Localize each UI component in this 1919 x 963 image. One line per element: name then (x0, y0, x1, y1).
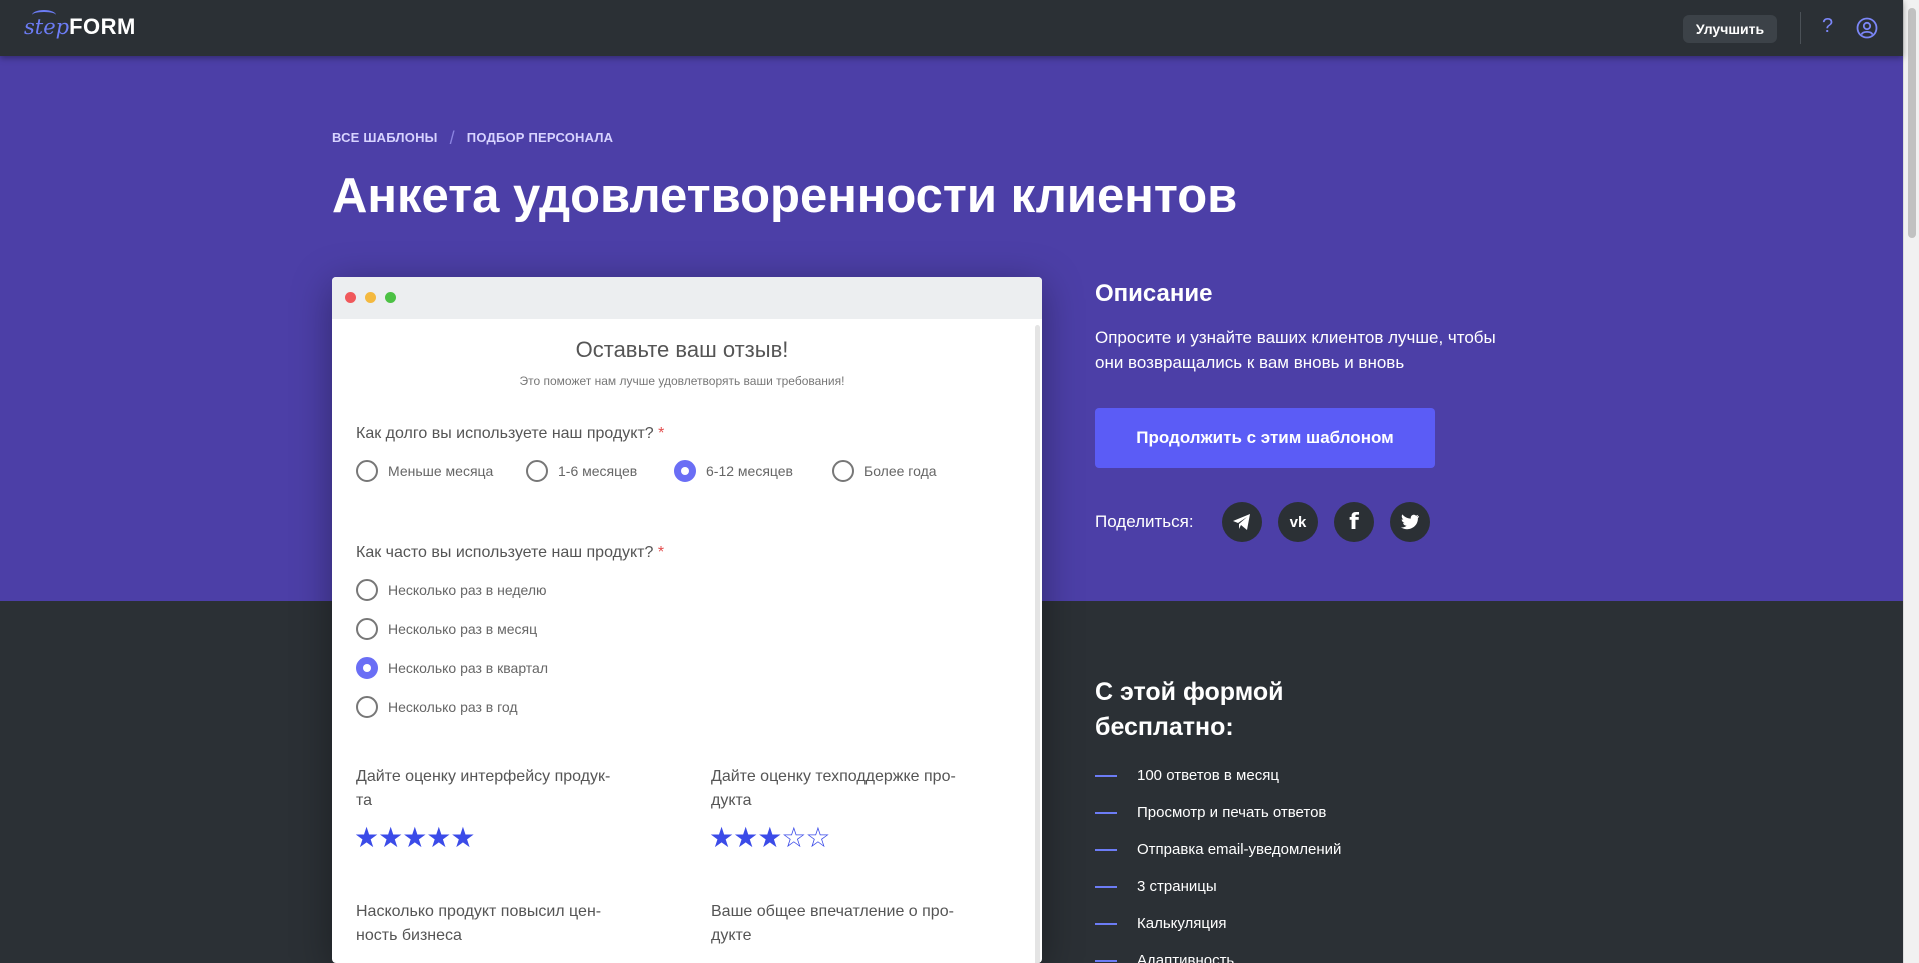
radio-option-label: Меньше месяца (388, 463, 494, 479)
share-label: Поделиться: (1095, 512, 1194, 531)
rating-label-line: Дайте оценку техподдержке про- (711, 768, 956, 785)
telegram-glyph (1233, 514, 1250, 530)
radio-option-less-month[interactable]: Меньше месяца (356, 460, 493, 482)
feature-label: Калькуляция (1137, 915, 1227, 932)
feature-item: Отправка email-уведомлений (1095, 841, 1341, 858)
radio-option-label: 6-12 месяцев (706, 463, 793, 479)
rating-label-line: дукте (711, 927, 752, 944)
feature-label: Отправка email-уведомлений (1137, 841, 1342, 858)
radio-option-label: Несколько раз в неделю (388, 582, 547, 598)
window-maximize-dot (385, 292, 396, 303)
window-minimize-dot (365, 292, 376, 303)
radio-button[interactable] (356, 696, 378, 718)
rating-label-line: ность бизнеса (356, 927, 462, 944)
feature-dash (1095, 774, 1117, 777)
question-how-long-label: Как долго вы используете наш продукт? (356, 425, 654, 442)
logo-form-text: FORM (69, 14, 136, 39)
description-text: Опросите и узнайте ваших клиентов лучше,… (1095, 328, 1496, 372)
free-plan-title-line: бесплатно: (1095, 713, 1234, 741)
feature-dash (1095, 922, 1117, 925)
feature-dash (1095, 959, 1117, 962)
radio-option-label: Более года (864, 463, 937, 479)
feature-item: 100 ответов в месяц (1095, 767, 1279, 784)
window-close-dot (345, 292, 356, 303)
radio-button[interactable] (832, 460, 854, 482)
topbar-divider (1800, 12, 1801, 44)
facebook-icon[interactable]: f (1334, 502, 1374, 542)
rating-label-line: Ваше общее впечатление о про- (711, 903, 954, 920)
rating-overall-label: Ваше общее впечатление о про- дукте (711, 900, 1011, 948)
question-how-often-label: Как часто вы используете наш продукт? (356, 544, 654, 561)
feature-label: Просмотр и печать ответов (1137, 804, 1327, 821)
radio-option-weekly[interactable]: Несколько раз в неделю (356, 579, 547, 601)
rating-support-stars[interactable]: ★★★☆☆ (709, 821, 831, 854)
telegram-icon[interactable] (1222, 502, 1262, 542)
rating-label-line: та (356, 792, 373, 809)
stepform-logo[interactable]: stepFORM (24, 10, 136, 40)
preview-scrollbar[interactable] (1035, 325, 1040, 963)
radio-option-label: Несколько раз в квартал (388, 660, 549, 676)
free-plan-title: С этой формой бесплатно: (1095, 675, 1284, 745)
preview-window-bar (332, 277, 1042, 319)
radio-option-1-6-months[interactable]: 1-6 месяцев (526, 460, 637, 482)
page-scrollbar-thumb[interactable] (1908, 8, 1916, 238)
radio-option-6-12-months[interactable]: 6-12 месяцев (674, 460, 793, 482)
radio-option-label: 1-6 месяцев (558, 463, 638, 479)
vk-icon[interactable]: vk (1278, 502, 1318, 542)
user-account-icon[interactable] (1856, 17, 1878, 39)
form-subtitle: Это поможет нам лучше удовлетворять ваши… (519, 374, 845, 388)
rating-interface-label: Дайте оценку интерфейсу продук- та (356, 765, 656, 813)
feature-item: Калькуляция (1095, 915, 1227, 932)
twitter-glyph (1400, 514, 1419, 530)
radio-button[interactable] (356, 460, 378, 482)
required-mark: * (658, 425, 665, 442)
rating-support-label: Дайте оценку техподдержке про- дукта (711, 765, 1011, 813)
twitter-icon[interactable] (1390, 502, 1430, 542)
rating-business-value-label: Насколько продукт повысил цен- ность биз… (356, 900, 656, 948)
free-plan-title-line: С этой формой (1095, 678, 1284, 706)
continue-with-template-button[interactable]: Продолжить с этим шаблоном (1095, 408, 1435, 468)
rating-label-line: дукта (711, 792, 752, 809)
breadcrumb-separator: / (449, 128, 455, 148)
question-how-often: Как часто вы используете наш продукт? * (356, 544, 664, 562)
form-preview-window: Оставьте ваш отзыв! Это поможет нам лучш… (332, 277, 1042, 963)
radio-button-selected[interactable] (356, 657, 378, 679)
radio-option-quarterly[interactable]: Несколько раз в квартал (356, 657, 548, 679)
feature-dash (1095, 848, 1117, 851)
page-scrollbar[interactable] (1903, 0, 1919, 963)
feature-label: 100 ответов в месяц (1137, 767, 1279, 784)
breadcrumb-category[interactable]: ПОДБОР ПЕРСОНАЛА (467, 130, 613, 145)
rating-label-line: Дайте оценку интерфейсу продук- (356, 768, 611, 785)
radio-button-selected[interactable] (674, 460, 696, 482)
radio-option-more-year[interactable]: Более года (832, 460, 937, 482)
rating-interface-stars[interactable]: ★★★★★ (354, 821, 476, 854)
feature-item: 3 страницы (1095, 878, 1217, 895)
breadcrumb: ВСЕ ШАБЛОНЫ / ПОДБОР ПЕРСОНАЛА (332, 128, 613, 149)
breadcrumb-all-templates[interactable]: ВСЕ ШАБЛОНЫ (332, 130, 438, 145)
radio-option-monthly[interactable]: Несколько раз в месяц (356, 618, 537, 640)
feature-label: 3 страницы (1137, 878, 1217, 895)
help-icon[interactable]: ? (1822, 15, 1833, 38)
top-bar: stepFORM Улучшить ? (0, 0, 1903, 56)
feature-item: Просмотр и печать ответов (1095, 804, 1326, 821)
form-title: Оставьте ваш отзыв! (575, 337, 789, 362)
description-title: Описание (1095, 280, 1213, 307)
feature-dash (1095, 811, 1117, 814)
logo-arc (32, 10, 56, 20)
question-how-long: Как долго вы используете наш продукт? * (356, 425, 664, 443)
radio-button[interactable] (356, 618, 378, 640)
feature-label: Адаптивность (1137, 952, 1235, 963)
feature-item: Адаптивность (1095, 952, 1234, 963)
radio-option-yearly[interactable]: Несколько раз в год (356, 696, 518, 718)
radio-button[interactable] (526, 460, 548, 482)
feature-dash (1095, 885, 1117, 888)
radio-button[interactable] (356, 579, 378, 601)
radio-option-label: Несколько раз в месяц (388, 621, 538, 637)
required-mark: * (657, 544, 665, 561)
rating-label-line: Насколько продукт повысил цен- (356, 903, 602, 920)
upgrade-button[interactable]: Улучшить (1683, 15, 1777, 43)
radio-option-label: Несколько раз в год (388, 699, 518, 715)
page-title: Анкета удовлетворенности клиентов (332, 169, 1238, 223)
